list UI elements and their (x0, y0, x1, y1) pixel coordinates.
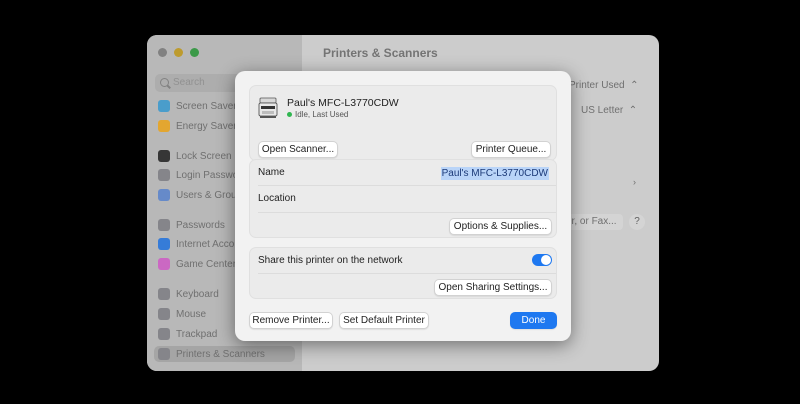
printer-icon (258, 97, 278, 118)
remove-printer-button[interactable]: Remove Printer... (249, 312, 333, 329)
open-scanner-button[interactable]: Open Scanner... (258, 141, 338, 158)
set-default-printer-button[interactable]: Set Default Printer (339, 312, 429, 329)
printer-status-text: Idle, Last Used (295, 110, 349, 119)
location-label: Location (258, 193, 296, 204)
status-dot-icon (287, 112, 292, 117)
name-field[interactable]: Paul's MFC-L3770CDW (440, 167, 549, 180)
name-label: Name (258, 167, 285, 178)
printer-info-dialog: Paul's MFC-L3770CDW Idle, Last Used Open… (235, 71, 571, 341)
sharing-card: Share this printer on the network Open S… (249, 247, 557, 299)
printer-queue-button[interactable]: Printer Queue... (471, 141, 551, 158)
done-button[interactable]: Done (510, 312, 557, 329)
divider (258, 212, 556, 213)
share-printer-label: Share this printer on the network (258, 255, 403, 266)
printer-name: Paul's MFC-L3770CDW (287, 97, 399, 109)
printer-summary-card: Paul's MFC-L3770CDW Idle, Last Used Open… (249, 85, 557, 161)
open-sharing-settings-button[interactable]: Open Sharing Settings... (434, 279, 552, 296)
options-supplies-button[interactable]: Options & Supplies... (449, 218, 552, 235)
divider (258, 273, 556, 274)
printer-details-card: Name Paul's MFC-L3770CDW Location Option… (249, 159, 557, 238)
printer-status: Idle, Last Used (287, 110, 348, 119)
share-printer-toggle[interactable] (532, 254, 552, 266)
divider (258, 185, 556, 186)
toggle-knob (541, 255, 551, 265)
